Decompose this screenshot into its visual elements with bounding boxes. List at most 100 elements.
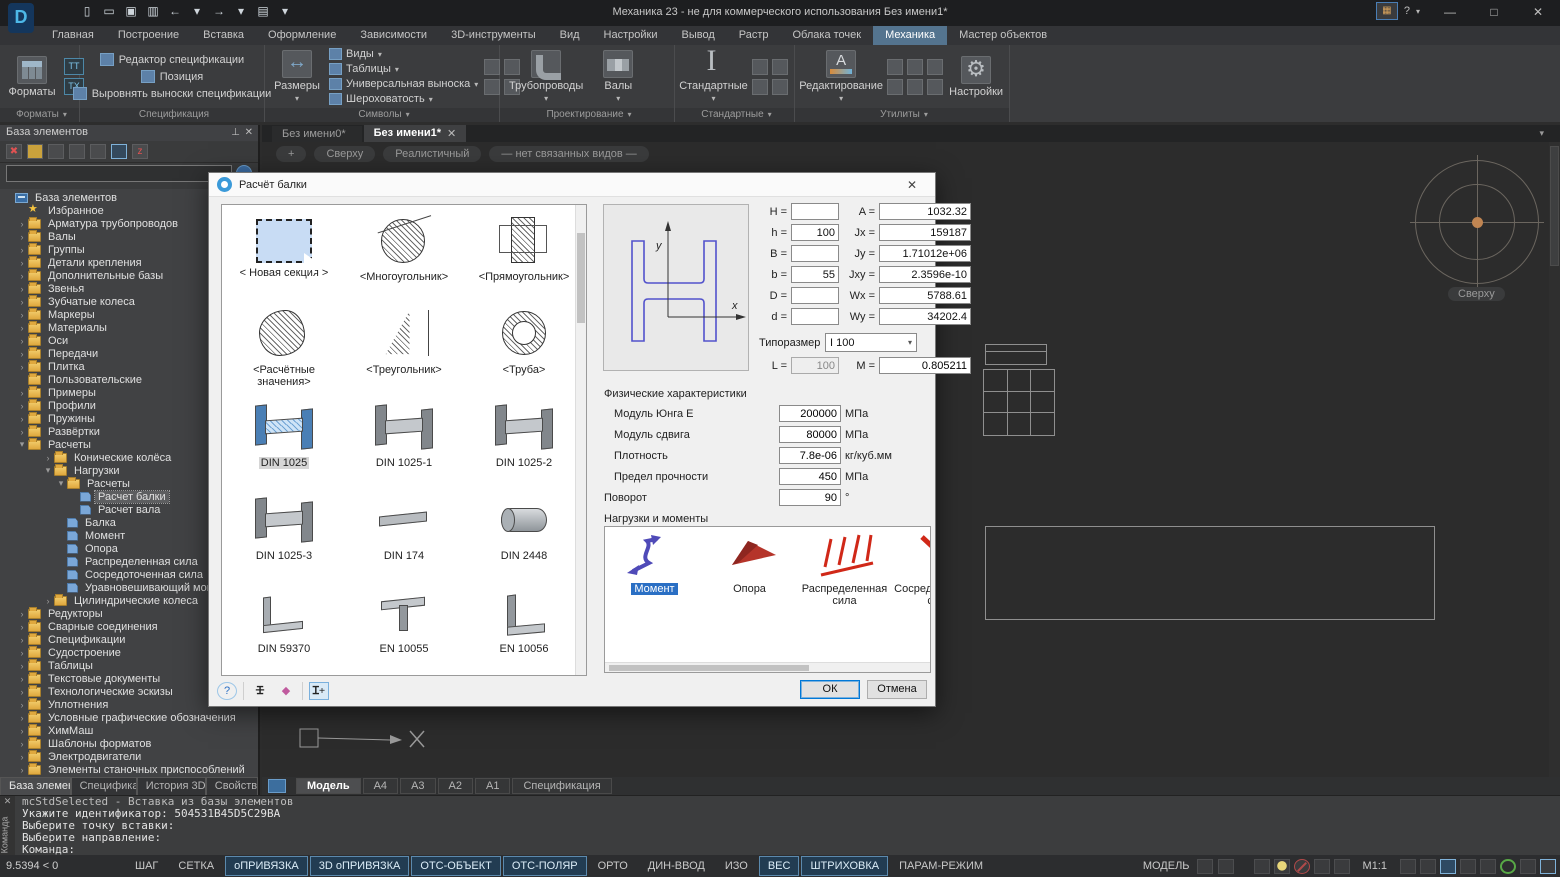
- section-item[interactable]: DIN 1025-2: [464, 397, 584, 490]
- symbols-group-footer[interactable]: Символы▾: [265, 108, 499, 122]
- status-toggle[interactable]: ШАГ: [126, 856, 167, 876]
- layout-list-icon[interactable]: [268, 779, 286, 793]
- open-icon[interactable]: ▭: [100, 2, 118, 20]
- layout-tab[interactable]: А3: [400, 778, 435, 794]
- spec-menu-item[interactable]: Позиция: [141, 70, 204, 83]
- dimensions-button[interactable]: Размеры ▾: [271, 47, 323, 107]
- ok-button[interactable]: ОК: [800, 680, 860, 699]
- tree-expander-icon[interactable]: ›: [17, 388, 27, 398]
- ribbon-tab[interactable]: Настройки: [592, 26, 670, 45]
- material-icon[interactable]: ◆: [276, 682, 296, 700]
- tree-item[interactable]: › Шаблоны форматов: [0, 737, 258, 750]
- tree-expander-icon[interactable]: ›: [43, 596, 53, 606]
- standard-tool-icon[interactable]: [772, 59, 788, 75]
- status-toggle[interactable]: ПАРАМ-РЕЖИМ: [890, 856, 992, 876]
- section-item[interactable]: EN 10056: [464, 583, 584, 676]
- section-item[interactable]: <Расчётные значения>: [224, 304, 344, 397]
- dialog-help-icon[interactable]: ?: [217, 682, 237, 700]
- viewport-control-pill[interactable]: Реалистичный: [383, 146, 481, 162]
- phys-param-input[interactable]: [779, 489, 841, 506]
- layout-tab[interactable]: А1: [475, 778, 510, 794]
- param-input[interactable]: [791, 287, 839, 304]
- param-input[interactable]: [791, 203, 839, 220]
- ribbon-tab[interactable]: Зависимости: [348, 26, 439, 45]
- ribbon-tab[interactable]: Облака точек: [781, 26, 874, 45]
- tab-close-icon[interactable]: ✕: [447, 127, 456, 140]
- tree-expander-icon[interactable]: ›: [43, 453, 53, 463]
- tree-expander-icon[interactable]: ›: [17, 661, 27, 671]
- lamp-icon[interactable]: [1274, 859, 1290, 874]
- ribbon-tab[interactable]: Механика: [873, 26, 947, 45]
- maximize-button[interactable]: □: [1472, 0, 1516, 24]
- load-item-concentrated-force[interactable]: Сосредоточенная сила: [892, 533, 931, 607]
- zoom-window-icon[interactable]: [1440, 859, 1456, 874]
- ribbon-tab[interactable]: Построение: [106, 26, 191, 45]
- standard-group-footer[interactable]: Стандартные▾: [675, 108, 794, 122]
- load-item-distributed-force[interactable]: Распределенная сила: [797, 533, 892, 607]
- tree-expander-icon[interactable]: ›: [17, 245, 27, 255]
- tree-item[interactable]: › Элементы станочных приспособлений: [0, 763, 258, 776]
- formats-group-footer[interactable]: Форматы▾: [0, 108, 79, 122]
- symbols-menu-item[interactable]: Таблицы ▾: [329, 63, 478, 75]
- viewport-icon[interactable]: [1540, 859, 1556, 874]
- formats-button[interactable]: Форматы: [6, 47, 58, 107]
- tree-expander-icon[interactable]: ›: [17, 258, 27, 268]
- dialog-close-icon[interactable]: ✕: [897, 178, 927, 192]
- phys-param-input[interactable]: [779, 468, 841, 485]
- length-input[interactable]: [791, 357, 839, 374]
- tree-expander-icon[interactable]: ▾: [43, 465, 53, 476]
- layout-tab[interactable]: А2: [438, 778, 473, 794]
- ribbon-tab[interactable]: Мастер объектов: [947, 26, 1059, 45]
- section-item[interactable]: <Многоугольник>: [344, 211, 464, 304]
- section-item[interactable]: <Труба>: [464, 304, 584, 397]
- ribbon-tab[interactable]: Вид: [548, 26, 592, 45]
- param-input[interactable]: [791, 245, 839, 262]
- annotation-scale-value[interactable]: M1:1: [1363, 860, 1387, 872]
- redo-dropdown-icon[interactable]: ▾: [232, 2, 250, 20]
- utility-tool-icon[interactable]: [927, 79, 943, 95]
- tree-expander-icon[interactable]: ›: [17, 271, 27, 281]
- annotation-visibility-icon[interactable]: [1197, 859, 1213, 874]
- minimize-button[interactable]: —: [1428, 0, 1472, 24]
- section-item[interactable]: DIN 2448: [464, 490, 584, 583]
- ribbon-tab[interactable]: Главная: [40, 26, 106, 45]
- cancel-button[interactable]: Отмена: [867, 680, 927, 699]
- design-big-button[interactable]: Трубопроводы ▾: [506, 47, 586, 107]
- new-folder-icon[interactable]: [27, 144, 43, 159]
- param-input[interactable]: [879, 308, 971, 325]
- tree-expander-icon[interactable]: ›: [17, 609, 27, 619]
- tree-expander-icon[interactable]: ›: [17, 687, 27, 697]
- tree-expander-icon[interactable]: ›: [17, 739, 27, 749]
- edit-button[interactable]: Редактирование ▾: [801, 47, 881, 107]
- workspace-icon[interactable]: [1218, 859, 1234, 874]
- sync-icon[interactable]: z: [132, 144, 148, 159]
- sheet-icon[interactable]: [1520, 859, 1536, 874]
- section-item[interactable]: EN 10055: [344, 583, 464, 676]
- standard-tool-icon[interactable]: [772, 79, 788, 95]
- document-tab[interactable]: Без имени1* ✕: [364, 125, 467, 142]
- typesize-select[interactable]: I 100 ▾: [825, 333, 917, 352]
- spec-menu-item[interactable]: Редактор спецификации: [100, 53, 244, 66]
- utility-tool-icon[interactable]: [927, 59, 943, 75]
- tree-expander-icon[interactable]: ›: [17, 622, 27, 632]
- symbols-menu-item[interactable]: Шероховатость ▾: [329, 93, 478, 105]
- panel-tab[interactable]: История 3D ...: [137, 777, 206, 795]
- param-input[interactable]: [879, 245, 971, 262]
- panel-tab[interactable]: База элемен...: [0, 777, 71, 795]
- ribbon-tab[interactable]: Растр: [727, 26, 781, 45]
- selection-cycling-icon[interactable]: [1314, 859, 1330, 874]
- view-navigation-wheel[interactable]: [1415, 160, 1539, 284]
- help-dropdown-icon[interactable]: ▾: [1416, 7, 1420, 16]
- viewport-control-pill[interactable]: +: [276, 146, 306, 162]
- new-file-icon[interactable]: ▯: [78, 2, 96, 20]
- drawing-grid-entity[interactable]: [983, 369, 1055, 436]
- tab-list-chevron-icon[interactable]: ▾: [1539, 128, 1544, 139]
- standard-tool-icon[interactable]: [752, 59, 768, 75]
- status-toggle[interactable]: ДИН-ВВОД: [639, 856, 714, 876]
- pin-icon[interactable]: ⊥: [231, 127, 240, 138]
- tree-expander-icon[interactable]: ▾: [56, 478, 66, 489]
- status-toggle[interactable]: ВЕС: [759, 856, 800, 876]
- section-item[interactable]: DIN 1025: [224, 397, 344, 490]
- tree-expander-icon[interactable]: ›: [17, 323, 27, 333]
- section-item[interactable]: DIN 174: [344, 490, 464, 583]
